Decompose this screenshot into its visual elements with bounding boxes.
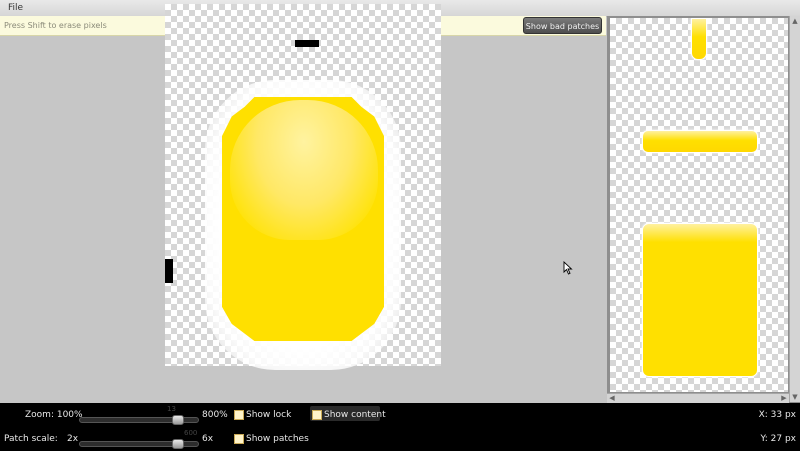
patch-scale-max-label: 6x xyxy=(202,434,214,444)
show-content-label[interactable]: Show content xyxy=(324,410,386,420)
preview-canvas xyxy=(610,18,788,392)
menu-file[interactable]: File xyxy=(8,3,23,13)
patch-scale-slider-knob[interactable] xyxy=(171,439,184,449)
y-coordinate-readout: Y: 27 px xyxy=(760,434,796,444)
stretch-patch-top-marker[interactable] xyxy=(295,40,319,47)
preview-vertical-scrollbar[interactable]: ▲ ▼ xyxy=(789,16,800,402)
mouse-cursor-icon xyxy=(563,261,573,275)
zoom-tick-note: 13 xyxy=(167,405,176,413)
preview-vertical-stretch xyxy=(691,18,707,60)
scroll-down-icon[interactable]: ▼ xyxy=(791,393,799,401)
pill-highlight xyxy=(230,100,378,240)
preview-panel: ▲ ▼ ◀ ▶ xyxy=(607,16,800,403)
bottom-controls: Zoom: 100% 13 800% Show lock Show conten… xyxy=(0,403,800,451)
patch-scale-min-label: 2x xyxy=(67,434,79,444)
zoom-slider-knob[interactable] xyxy=(171,415,184,425)
scroll-up-icon[interactable]: ▲ xyxy=(791,17,799,25)
preview-horizontal-scrollbar[interactable]: ◀ ▶ xyxy=(607,393,789,403)
preview-horizontal-stretch xyxy=(642,130,758,153)
zoom-slider[interactable] xyxy=(79,415,199,425)
x-coordinate-readout: X: 33 px xyxy=(758,410,796,420)
patch-tick-note: 600 xyxy=(184,429,198,437)
show-lock-checkbox[interactable] xyxy=(234,410,244,420)
show-patches-label[interactable]: Show patches xyxy=(246,434,309,444)
hint-text: Press Shift to erase pixels xyxy=(4,21,107,30)
show-lock-label[interactable]: Show lock xyxy=(246,410,291,420)
zoom-max-label: 800% xyxy=(202,410,228,420)
patch-scale-label: Patch scale: xyxy=(4,434,58,444)
zoom-label: Zoom: 100% xyxy=(25,410,83,420)
show-content-checkbox[interactable] xyxy=(312,410,322,420)
scroll-right-icon[interactable]: ▶ xyxy=(780,394,788,403)
preview-both-stretch xyxy=(642,223,758,377)
stretch-patch-left-marker[interactable] xyxy=(165,259,173,283)
patch-scale-slider[interactable] xyxy=(79,439,199,449)
scroll-left-icon[interactable]: ◀ xyxy=(608,394,616,403)
show-bad-patches-button[interactable]: Show bad patches xyxy=(523,17,602,34)
show-patches-checkbox[interactable] xyxy=(234,434,244,444)
